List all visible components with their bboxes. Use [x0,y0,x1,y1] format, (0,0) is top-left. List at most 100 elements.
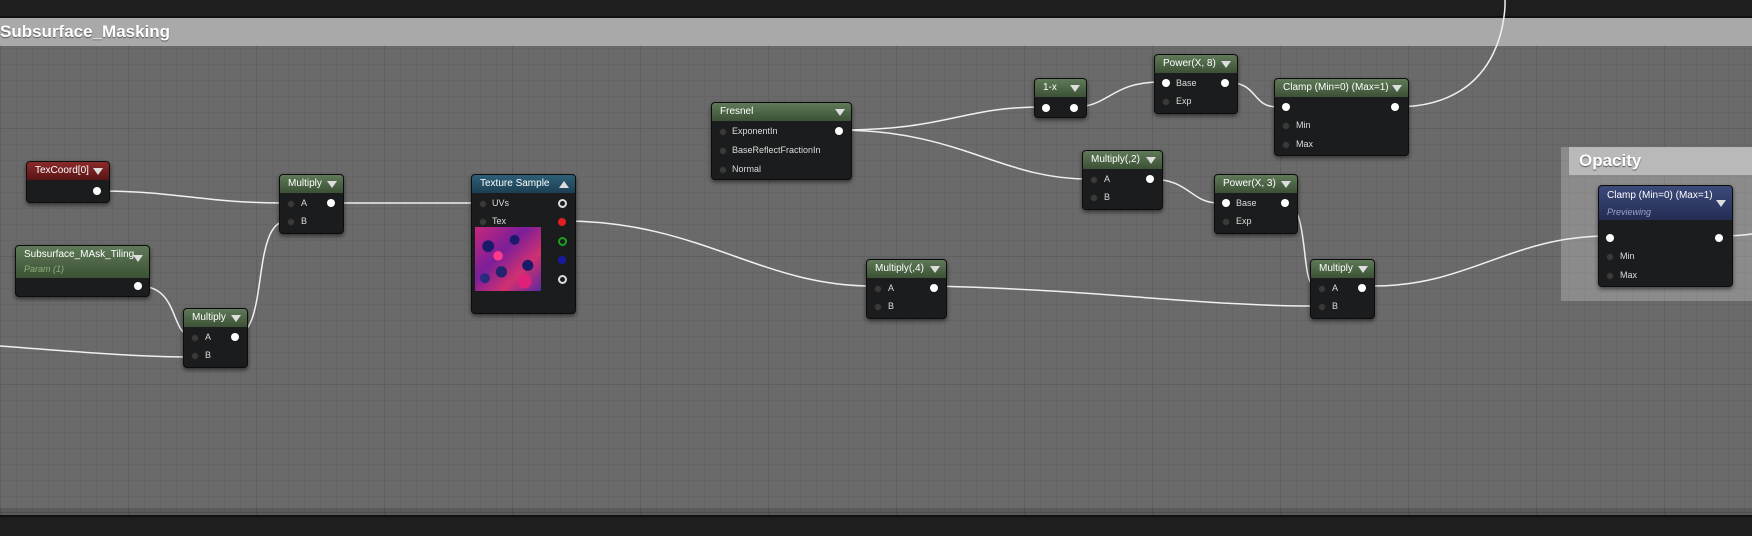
multiply-right-pin-a[interactable] [1318,285,1326,293]
texcoord-node[interactable]: TexCoord[0] [26,161,110,203]
texture-sample-pin-uvs[interactable] [479,200,487,208]
multiply-right-pin-b[interactable] [1318,303,1326,311]
clamp-top-input-pin[interactable] [1282,103,1290,111]
power-3-output-pin[interactable] [1281,199,1289,207]
multiply-4-pin-a[interactable] [874,285,882,293]
clamp-preview-label-max: Max [1620,270,1638,280]
texture-b-output-pin[interactable] [558,256,566,264]
fresnel-pin-basereflect[interactable] [719,147,727,155]
fresnel-node[interactable]: Fresnel ExponentIn BaseReflectFractionIn… [711,102,852,180]
one-minus-node[interactable]: 1-x [1034,78,1087,118]
multiply-2-node[interactable]: Multiply(,2) A B [1082,150,1163,210]
collapse-arrow-icon[interactable] [231,315,241,322]
power-3-label-exp: Exp [1236,216,1252,226]
clamp-top-pin-min[interactable] [1282,122,1290,130]
clamp-preview-title: Clamp (Min=0) (Max=1) [1607,190,1713,201]
fresnel-label-exponent: ExponentIn [732,126,778,136]
power-8-pin-base[interactable] [1162,79,1170,87]
one-minus-input-pin[interactable] [1042,104,1050,112]
tiling-param-header[interactable]: Subsurface_MAsk_Tiling Param (1) [16,246,149,278]
clamp-top-node[interactable]: Clamp (Min=0) (Max=1) Min Max [1274,78,1409,156]
tiling-param-subtitle: Param (1) [24,264,65,274]
clamp-preview-node[interactable]: Clamp (Min=0) (Max=1) Previewing Min Max [1598,185,1733,287]
clamp-top-pin-max[interactable] [1282,141,1290,149]
power-3-pin-exp[interactable] [1222,218,1230,226]
collapse-arrow-icon[interactable] [327,181,337,188]
clamp-preview-pin-min[interactable] [1606,253,1614,261]
collapse-arrow-icon[interactable] [1358,266,1368,273]
multiply-4-output-pin[interactable] [930,284,938,292]
power-8-node[interactable]: Power(X, 8) Base Exp [1154,54,1238,114]
clamp-top-header[interactable]: Clamp (Min=0) (Max=1) [1275,79,1408,97]
multiply-bottom-pin-b[interactable] [191,352,199,360]
collapse-arrow-icon[interactable] [930,266,940,273]
clamp-preview-pin-max[interactable] [1606,272,1614,280]
texture-r-output-pin[interactable] [558,218,566,226]
multiply-bottom-node[interactable]: Multiply A B [183,308,248,368]
multiply-4-node[interactable]: Multiply(,4) A B [866,259,947,319]
collapse-arrow-icon[interactable] [1281,181,1291,188]
texture-sample-node[interactable]: Texture Sample UVs Tex [471,174,576,314]
wire-multiply4-multiply [933,285,1316,307]
fresnel-pin-normal[interactable] [719,166,727,174]
fresnel-header[interactable]: Fresnel [712,103,851,121]
multiply-top-pin-b[interactable] [287,218,295,226]
wire-fresnel-multiply2 [837,129,1089,180]
multiply-4-header[interactable]: Multiply(,4) [867,260,946,278]
tiling-output-pin[interactable] [134,282,142,290]
collapse-arrow-icon[interactable] [133,255,143,262]
multiply-2-header[interactable]: Multiply(,2) [1083,151,1162,169]
fresnel-output-pin[interactable] [835,127,843,135]
collapse-arrow-icon[interactable] [835,109,845,116]
texcoord-output-pin[interactable] [93,187,101,195]
multiply-top-pin-a[interactable] [287,200,295,208]
tiling-param-node[interactable]: Subsurface_MAsk_Tiling Param (1) [15,245,150,297]
expand-arrow-icon[interactable] [559,181,569,188]
clamp-preview-label-min: Min [1620,251,1635,261]
multiply-right-output-pin[interactable] [1358,284,1366,292]
fresnel-pin-exponent[interactable] [719,128,727,136]
clamp-preview-header[interactable]: Clamp (Min=0) (Max=1) Previewing [1599,186,1732,220]
multiply-right-node[interactable]: Multiply A B [1310,259,1375,319]
fresnel-label-normal: Normal [732,164,762,174]
multiply-bottom-header[interactable]: Multiply [184,309,247,327]
power-8-label-base: Base [1176,78,1197,88]
texture-sample-pin-tex[interactable] [479,218,487,226]
power-8-header[interactable]: Power(X, 8) [1155,55,1237,73]
texture-sample-label-uvs: UVs [492,198,510,208]
clamp-preview-output-pin[interactable] [1715,234,1723,242]
texture-a-output-pin[interactable] [558,275,567,284]
multiply-top-output-pin[interactable] [327,199,335,207]
texcoord-header[interactable]: TexCoord[0] [27,162,109,180]
collapse-arrow-icon[interactable] [1716,200,1726,207]
power-3-pin-base[interactable] [1222,199,1230,207]
collapse-arrow-icon[interactable] [1221,61,1231,68]
multiply-2-output-pin[interactable] [1146,175,1154,183]
collapse-arrow-icon[interactable] [1070,85,1080,92]
multiply-2-pin-b[interactable] [1090,194,1098,202]
multiply-bottom-pin-a[interactable] [191,334,199,342]
fresnel-title: Fresnel [720,106,754,117]
multiply-top-header[interactable]: Multiply [280,175,343,193]
collapse-arrow-icon[interactable] [1392,85,1402,92]
texture-sample-header[interactable]: Texture Sample [472,175,575,193]
one-minus-header[interactable]: 1-x [1035,79,1086,97]
collapse-arrow-icon[interactable] [93,168,103,175]
multiply-top-node[interactable]: Multiply A B [279,174,344,234]
power-8-output-pin[interactable] [1221,79,1229,87]
clamp-preview-input-pin[interactable] [1606,234,1614,242]
power-8-pin-exp[interactable] [1162,98,1170,106]
multiply-right-header[interactable]: Multiply [1311,260,1374,278]
one-minus-output-pin[interactable] [1070,104,1078,112]
wire-texcoord-multiply [96,190,288,204]
power-3-node[interactable]: Power(X, 3) Base Exp [1214,174,1298,234]
multiply-2-pin-a[interactable] [1090,176,1098,184]
power-3-header[interactable]: Power(X, 3) [1215,175,1297,193]
collapse-arrow-icon[interactable] [1146,157,1156,164]
multiply-bottom-output-pin[interactable] [231,333,239,341]
multiply-4-pin-b[interactable] [874,303,882,311]
texture-g-output-pin[interactable] [558,237,567,246]
clamp-top-output-pin[interactable] [1391,103,1399,111]
multiply-2-title: Multiply(,2) [1091,154,1140,165]
texture-rgb-output-pin[interactable] [558,199,567,208]
